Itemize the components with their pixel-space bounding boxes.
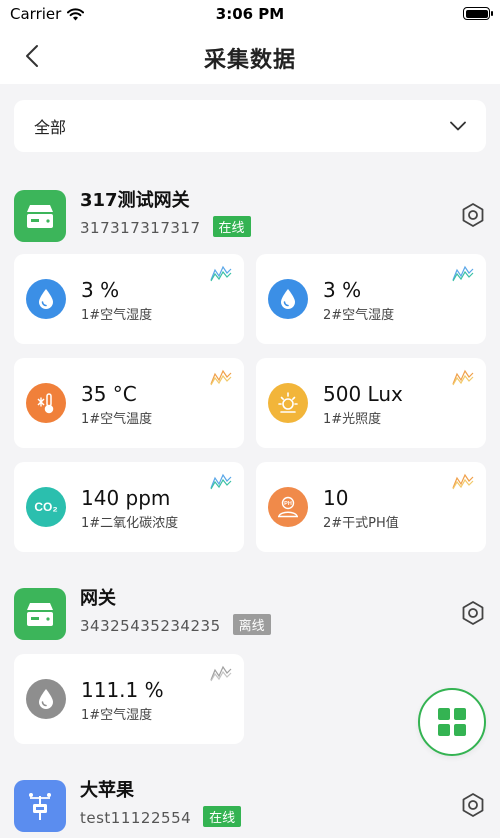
trend-chart-icon[interactable] xyxy=(452,264,474,282)
ph-icon-text: PH xyxy=(284,501,292,507)
filter-selected-value: 全部 xyxy=(34,118,67,137)
sensor-label: 1#空气湿度 xyxy=(81,708,153,723)
sensor-card[interactable]: 500 Lux 1#光照度 xyxy=(256,358,486,448)
settings-hexagon-icon[interactable] xyxy=(460,600,486,626)
device-serial: 317317317317 在线 xyxy=(80,216,251,237)
status-bar: Carrier 3:06 PM xyxy=(0,0,500,28)
gateway-icon xyxy=(14,190,66,242)
device-name: 317测试网关 xyxy=(80,190,190,211)
device-name: 网关 xyxy=(80,588,116,609)
chevron-down-icon xyxy=(450,121,466,131)
ph-icon: PH xyxy=(268,487,308,527)
co2-icon-text: CO₂ xyxy=(34,500,58,514)
humidity-drop-icon xyxy=(268,279,308,319)
trend-chart-icon[interactable] xyxy=(210,264,232,282)
status-badge: 在线 xyxy=(203,806,242,827)
sensor-label: 1#空气湿度 xyxy=(81,308,153,323)
sensor-value: 500 Lux xyxy=(323,382,403,406)
trend-chart-icon[interactable] xyxy=(210,472,232,490)
device-header[interactable]: 317测试网关 317317317317 在线 xyxy=(14,184,486,244)
page-title: 采集数据 xyxy=(203,48,296,73)
device-serial-text: test11122554 xyxy=(80,809,192,827)
sensor-label: 2#干式PH值 xyxy=(323,516,399,531)
status-badge: 离线 xyxy=(232,614,271,635)
device-name: 大苹果 xyxy=(80,780,134,801)
status-time: 3:06 PM xyxy=(215,5,285,23)
sensor-label: 2#空气湿度 xyxy=(323,308,395,323)
device-serial-text: 34325435234235 xyxy=(80,617,221,635)
sun-icon xyxy=(268,383,308,423)
nav-bar: 采集数据 xyxy=(0,28,500,84)
trend-chart-icon[interactable] xyxy=(210,664,232,682)
sensor-card[interactable]: 35 °C 1#空气温度 xyxy=(14,358,244,448)
sensor-card[interactable]: 3 % 2#空气湿度 xyxy=(256,254,486,344)
battery-icon xyxy=(463,7,493,20)
grid-icon xyxy=(438,708,466,736)
device-serial: test11122554 在线 xyxy=(80,806,242,827)
co2-icon: CO₂ xyxy=(26,487,66,527)
settings-hexagon-icon[interactable] xyxy=(460,202,486,228)
gateway-icon xyxy=(14,588,66,640)
trend-chart-icon[interactable] xyxy=(452,472,474,490)
sensor-value: 10 xyxy=(323,486,349,510)
sensor-value: 3 % xyxy=(81,278,120,302)
device-header[interactable]: 网关 34325435234235 离线 xyxy=(14,582,486,642)
sensor-label: 1#二氧化碳浓度 xyxy=(81,516,179,531)
sensor-card[interactable]: PH 10 2#干式PH值 xyxy=(256,462,486,552)
grid-menu-button[interactable] xyxy=(418,688,486,756)
sensor-card[interactable]: CO₂ 140 ppm 1#二氧化碳浓度 xyxy=(14,462,244,552)
settings-hexagon-icon[interactable] xyxy=(460,792,486,818)
sensor-card[interactable]: 3 % 1#空气湿度 xyxy=(14,254,244,344)
humidity-drop-icon xyxy=(26,679,66,719)
device-header[interactable]: 大苹果 test11122554 在线 xyxy=(14,774,486,834)
humidity-drop-icon xyxy=(26,279,66,319)
trend-chart-icon[interactable] xyxy=(452,368,474,386)
sensor-value: 111.1 % xyxy=(81,678,164,702)
sensor-card[interactable]: 111.1 % 1#空气湿度 xyxy=(14,654,244,744)
device-filter-dropdown[interactable]: 全部 xyxy=(14,100,486,152)
device-serial: 34325435234235 离线 xyxy=(80,614,271,635)
sensor-label: 1#光照度 xyxy=(323,412,382,427)
thermometer-icon xyxy=(26,383,66,423)
trend-chart-icon[interactable] xyxy=(210,368,232,386)
sensor-value: 35 °C xyxy=(81,382,137,406)
sensor-value: 140 ppm xyxy=(81,486,171,510)
weather-station-icon xyxy=(14,780,66,832)
device-serial-text: 317317317317 xyxy=(80,219,201,237)
status-badge: 在线 xyxy=(212,216,251,237)
sensor-value: 3 % xyxy=(323,278,362,302)
sensor-label: 1#空气温度 xyxy=(81,412,153,427)
